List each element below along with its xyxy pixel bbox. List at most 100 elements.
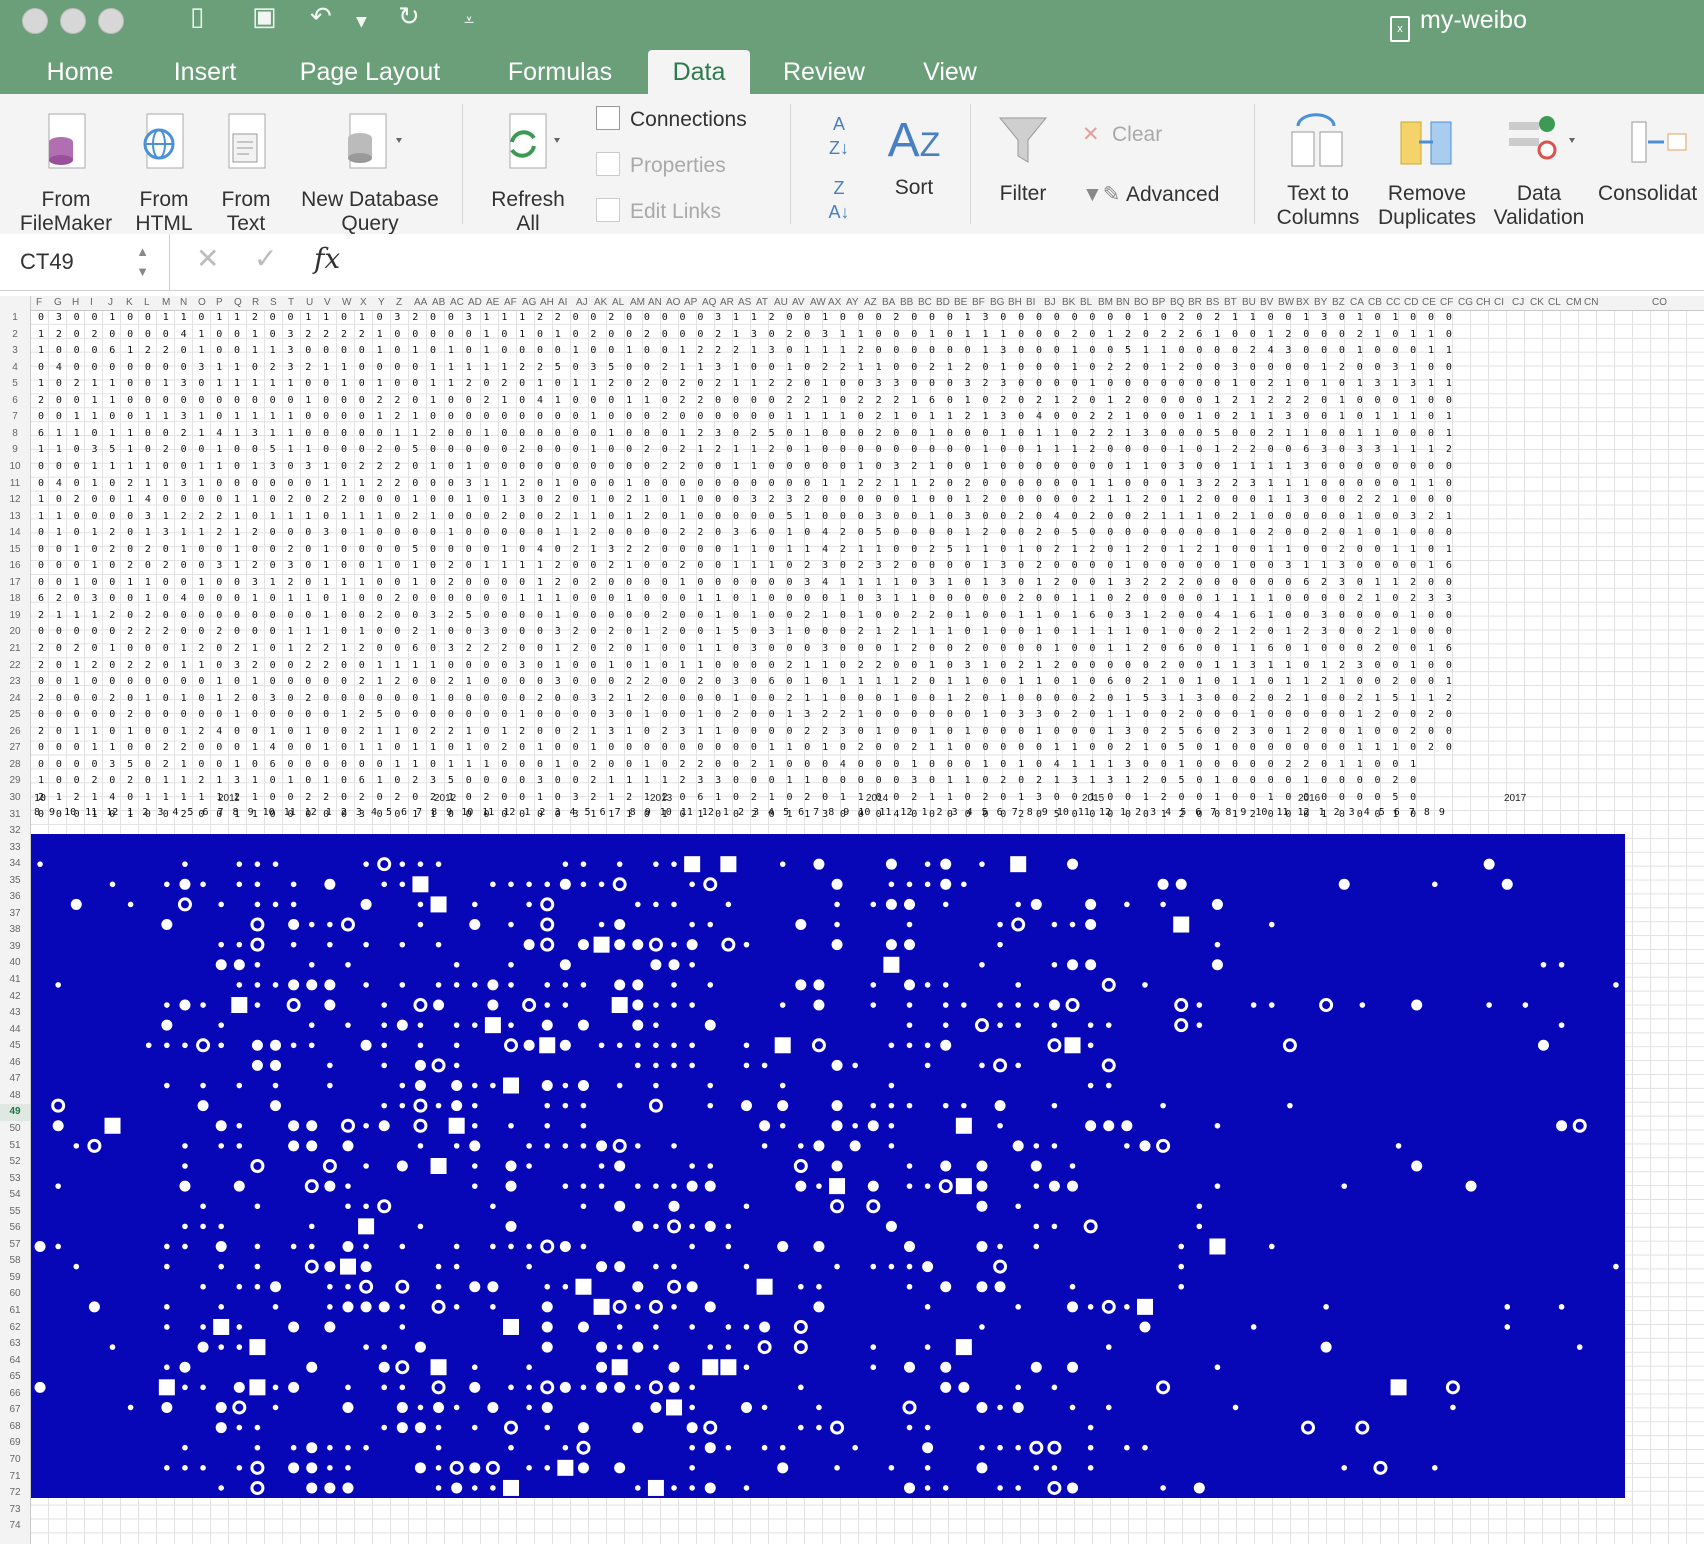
row-header[interactable]: 62 [0, 1320, 30, 1337]
column-header-n[interactable]: N [180, 297, 187, 308]
tab-review[interactable]: Review [770, 50, 878, 94]
column-header-ay[interactable]: AY [846, 297, 859, 308]
column-header-bk[interactable]: BK [1062, 297, 1075, 308]
row-header[interactable]: 36 [0, 889, 30, 906]
column-header-u[interactable]: U [306, 297, 313, 308]
column-header-as[interactable]: AS [738, 297, 751, 308]
row-header[interactable]: 40 [0, 955, 30, 972]
row-header[interactable]: 74 [0, 1518, 30, 1535]
name-box[interactable]: CT49 ▲ ▼ [0, 234, 170, 290]
column-header-ai[interactable]: AI [558, 297, 567, 308]
sort-descending-button[interactable]: Z A↓ [816, 176, 862, 224]
row-header[interactable]: 9 [0, 442, 30, 459]
column-header-g[interactable]: G [54, 297, 62, 308]
column-header-bf[interactable]: BF [972, 297, 985, 308]
column-header-bh[interactable]: BH [1008, 297, 1022, 308]
column-header-o[interactable]: O [198, 297, 206, 308]
row-header[interactable]: 6 [0, 393, 30, 410]
row-header[interactable]: 24 [0, 691, 30, 708]
column-header-aw[interactable]: AW [810, 297, 826, 308]
column-header-bb[interactable]: BB [900, 297, 913, 308]
row-header[interactable]: 53 [0, 1171, 30, 1188]
column-header-bd[interactable]: BD [936, 297, 950, 308]
column-header-bi[interactable]: BI [1026, 297, 1035, 308]
row-header[interactable]: 3 [0, 343, 30, 360]
row-header[interactable]: 35 [0, 873, 30, 890]
column-header-ac[interactable]: AC [450, 297, 464, 308]
column-header-bu[interactable]: BU [1242, 297, 1256, 308]
column-header-bl[interactable]: BL [1080, 297, 1092, 308]
data-validation-button[interactable]: Data Validation [1486, 112, 1592, 230]
undo-dropdown-icon[interactable]: ▼ [356, 14, 367, 30]
row-header[interactable]: 12 [0, 492, 30, 509]
column-header-bj[interactable]: BJ [1044, 297, 1056, 308]
column-header-ba[interactable]: BA [882, 297, 895, 308]
column-header-cb[interactable]: CB [1368, 297, 1382, 308]
row-header[interactable]: 8 [0, 426, 30, 443]
column-header-cg[interactable]: CG [1458, 297, 1473, 308]
row-header[interactable]: 21 [0, 641, 30, 658]
text-to-columns-button[interactable]: Text to Columns [1266, 112, 1370, 230]
column-header-af[interactable]: AF [504, 297, 517, 308]
from-html-button[interactable]: From HTML [124, 112, 204, 236]
column-header-bs[interactable]: BS [1206, 297, 1219, 308]
row-header[interactable]: 48 [0, 1088, 30, 1105]
column-header-ax[interactable]: AX [828, 297, 841, 308]
row-header[interactable]: 33 [0, 840, 30, 857]
row-header[interactable]: 47 [0, 1071, 30, 1088]
remove-duplicates-button[interactable]: Remove Duplicates [1372, 112, 1482, 230]
column-header-f[interactable]: F [36, 297, 42, 308]
row-header[interactable]: 11 [0, 476, 30, 493]
row-header[interactable]: 28 [0, 757, 30, 774]
row-header[interactable]: 69 [0, 1435, 30, 1452]
column-header-ce[interactable]: CE [1422, 297, 1436, 308]
column-header-bn[interactable]: BN [1116, 297, 1130, 308]
row-header[interactable]: 64 [0, 1353, 30, 1370]
row-header[interactable]: 18 [0, 591, 30, 608]
row-header[interactable]: 19 [0, 608, 30, 625]
row-header[interactable]: 30 [0, 790, 30, 807]
from-filemaker-button[interactable]: From FileMaker [12, 112, 120, 236]
connections-button[interactable]: Connections [596, 106, 747, 132]
row-header[interactable]: 16 [0, 558, 30, 575]
tab-data[interactable]: Data [648, 50, 750, 94]
column-header-az[interactable]: AZ [864, 297, 877, 308]
sort-button[interactable]: AZ Sort [878, 112, 950, 200]
row-header[interactable]: 27 [0, 740, 30, 757]
save-icon[interactable]: ▣ [252, 2, 277, 32]
tab-home[interactable]: Home [30, 50, 130, 94]
column-header-ch[interactable]: CH [1476, 297, 1490, 308]
cancel-formula-icon[interactable]: ✕ [196, 242, 219, 275]
row-header[interactable]: 67 [0, 1402, 30, 1419]
column-header-co[interactable]: CO [1652, 297, 1667, 308]
row-header[interactable]: 31 [0, 807, 30, 824]
column-header-am[interactable]: AM [630, 297, 645, 308]
column-header-ci[interactable]: CI [1494, 297, 1504, 308]
column-header-bv[interactable]: BV [1260, 297, 1273, 308]
column-header-s[interactable]: S [270, 297, 277, 308]
row-header[interactable]: 7 [0, 409, 30, 426]
column-header-ab[interactable]: AB [432, 297, 445, 308]
column-header-ak[interactable]: AK [594, 297, 607, 308]
row-header[interactable]: 60 [0, 1286, 30, 1303]
column-header-bc[interactable]: BC [918, 297, 932, 308]
customize-toolbar-icon[interactable]: ⩡ [464, 10, 474, 31]
row-header[interactable]: 39 [0, 939, 30, 956]
column-header-q[interactable]: Q [234, 297, 242, 308]
row-header[interactable]: 56 [0, 1220, 30, 1237]
row-header[interactable]: 59 [0, 1270, 30, 1287]
row-header[interactable]: 4 [0, 360, 30, 377]
close-window-button[interactable] [22, 8, 48, 34]
row-header[interactable]: 50 [0, 1121, 30, 1138]
row-header[interactable]: 49 [0, 1104, 30, 1121]
undo-icon[interactable]: ↶ [310, 2, 332, 32]
tab-insert[interactable]: Insert [155, 50, 255, 94]
column-header-cd[interactable]: CD [1404, 297, 1418, 308]
name-box-stepper-icon[interactable]: ▲ ▼ [136, 234, 149, 282]
redo-icon[interactable]: ↻ [398, 2, 420, 32]
from-text-button[interactable]: From Text [206, 112, 286, 236]
row-header[interactable]: 57 [0, 1237, 30, 1254]
consolidate-button[interactable]: Consolidat [1598, 112, 1704, 206]
row-header[interactable]: 29 [0, 773, 30, 790]
row-header[interactable]: 71 [0, 1469, 30, 1486]
